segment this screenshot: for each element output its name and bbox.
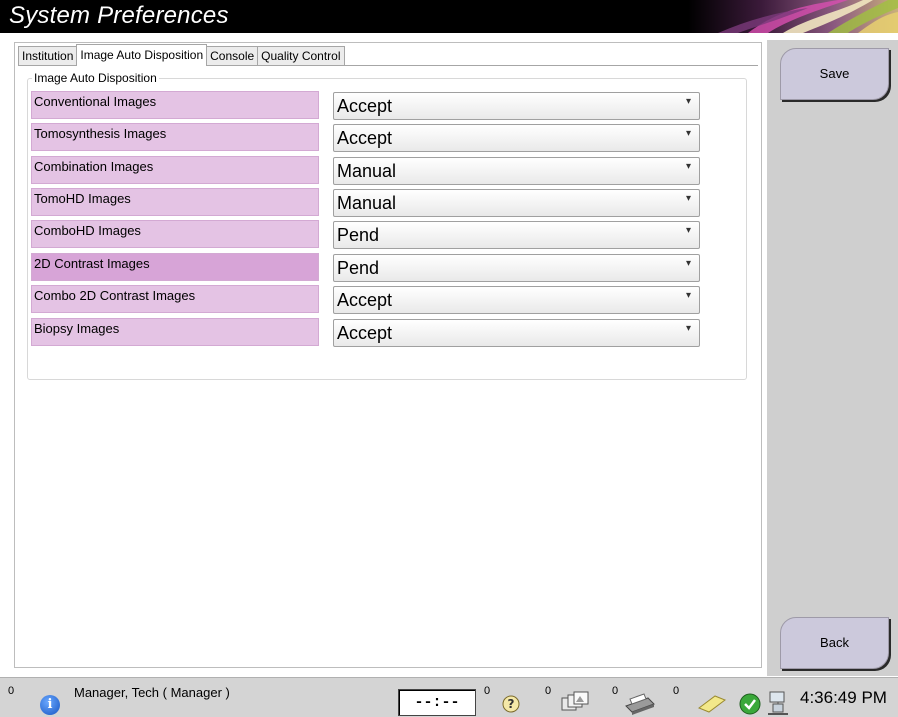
dropdown-arrow-icon: ▾: [685, 225, 691, 236]
biopsy-images-select[interactable]: Accept ▾: [333, 319, 700, 347]
clock: 4:36:49 PM: [800, 688, 887, 707]
select-value: Accept: [337, 290, 393, 310]
group-title: Image Auto Disposition: [32, 71, 159, 85]
svg-text:?: ?: [508, 697, 515, 711]
select-value: Manual: [337, 193, 397, 213]
select-value: Accept: [337, 128, 393, 148]
exposure-timer: --:--: [398, 689, 476, 716]
dropdown-arrow-icon: ▾: [685, 128, 691, 139]
row-label-combohd-images: ComboHD Images: [31, 220, 319, 248]
right-button-panel: [767, 40, 898, 676]
row-label-combo-2d-contrast-images: Combo 2D Contrast Images: [31, 285, 319, 313]
dropdown-arrow-icon: ▾: [685, 193, 691, 204]
tab-strip: Institution Image Auto Disposition Conso…: [18, 44, 345, 66]
combo-2d-contrast-images-select[interactable]: Accept ▾: [333, 286, 700, 314]
select-value: Pend: [337, 225, 380, 245]
select-value: Pend: [337, 258, 380, 278]
status-bar: 0 i Manager, Tech ( Manager ) --:-- 0 ? …: [0, 677, 898, 717]
check-icon[interactable]: [738, 692, 762, 716]
select-value: Accept: [337, 96, 393, 116]
title-bar: System Preferences: [0, 0, 898, 33]
row-label-combination-images: Combination Images: [31, 156, 319, 184]
help-count: 0: [484, 685, 491, 697]
dropdown-arrow-icon: ▾: [685, 290, 691, 301]
tomosynthesis-images-select[interactable]: Accept ▾: [333, 124, 700, 152]
dropdown-arrow-icon: ▾: [685, 323, 691, 334]
network-icon[interactable]: [766, 690, 790, 717]
dropdown-arrow-icon: ▾: [685, 96, 691, 107]
select-value: Manual: [337, 161, 397, 181]
dropdown-arrow-icon: ▾: [685, 161, 691, 172]
select-value: Accept: [337, 323, 393, 343]
images-count: 0: [545, 685, 552, 697]
notes-count: 0: [673, 685, 680, 697]
tab-console[interactable]: Console: [206, 46, 259, 66]
dropdown-arrow-icon: ▾: [685, 258, 691, 269]
printer-icon[interactable]: [622, 690, 656, 716]
app-window: System Preferences Institution Image Aut…: [0, 0, 898, 717]
print-count: 0: [612, 685, 619, 697]
row-label-2d-contrast-images: 2D Contrast Images: [31, 253, 319, 281]
tab-image-auto-disposition[interactable]: Image Auto Disposition: [76, 44, 208, 66]
note-icon[interactable]: [697, 694, 727, 714]
tomohd-images-select[interactable]: Manual ▾: [333, 189, 700, 217]
2d-contrast-images-select[interactable]: Pend ▾: [333, 254, 700, 282]
image-stack-icon[interactable]: [560, 690, 592, 714]
info-icon[interactable]: i: [40, 695, 60, 715]
window-title: System Preferences: [9, 2, 229, 29]
row-label-biopsy-images: Biopsy Images: [31, 318, 319, 346]
back-button[interactable]: Back: [780, 617, 889, 669]
current-user: Manager, Tech ( Manager ): [74, 685, 230, 700]
save-button[interactable]: Save: [780, 48, 889, 100]
conventional-images-select[interactable]: Accept ▾: [333, 92, 700, 120]
tab-institution[interactable]: Institution: [18, 46, 78, 66]
question-icon[interactable]: ?: [500, 693, 522, 715]
combohd-images-select[interactable]: Pend ▾: [333, 221, 700, 249]
alert-count: 0: [8, 685, 15, 697]
title-banner-graphic: [688, 0, 898, 33]
combination-images-select[interactable]: Manual ▾: [333, 157, 700, 185]
row-label-tomosynthesis-images: Tomosynthesis Images: [31, 123, 319, 151]
row-label-conventional-images: Conventional Images: [31, 91, 319, 119]
row-label-tomohd-images: TomoHD Images: [31, 188, 319, 216]
tab-quality-control[interactable]: Quality Control: [257, 46, 345, 66]
